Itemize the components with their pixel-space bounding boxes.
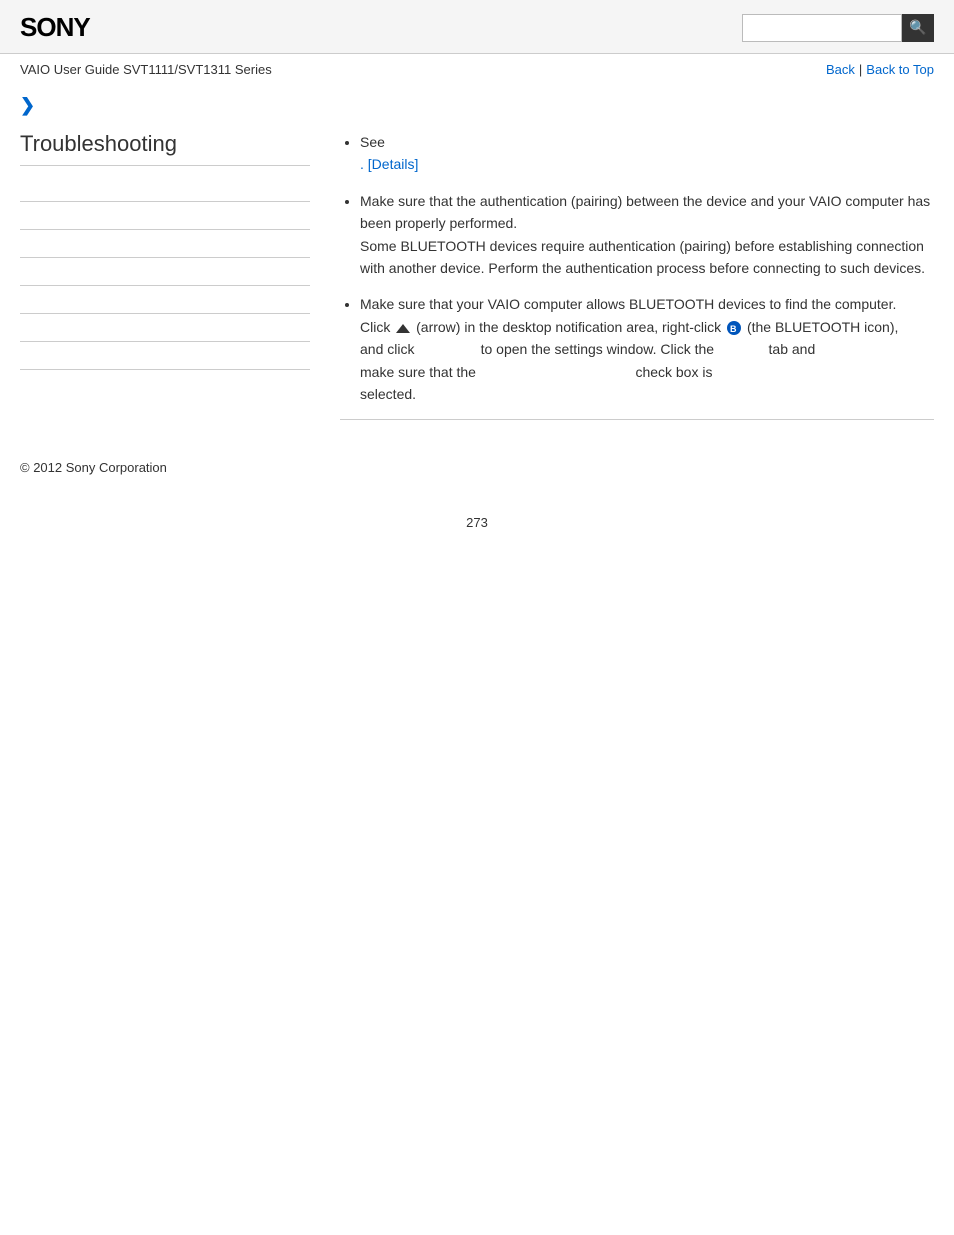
content-list: See . [Details] Make sure that the authe… — [340, 131, 934, 405]
sony-logo: SONY — [20, 12, 90, 43]
content-divider-bottom — [340, 419, 934, 420]
search-button[interactable]: 🔍 — [902, 14, 934, 42]
bluetooth-icon — [727, 321, 741, 335]
bullet3-line2-part2: (arrow) in the desktop notification area… — [416, 319, 721, 335]
back-to-top-link[interactable]: Back to Top — [866, 62, 934, 77]
copyright-text: © 2012 Sony Corporation — [20, 460, 167, 475]
bullet3-line3-part3: tab and — [769, 341, 816, 357]
page-header: SONY 🔍 — [0, 0, 954, 54]
sidebar-item-6[interactable] — [20, 314, 310, 342]
sidebar-item-1[interactable] — [20, 174, 310, 202]
guide-title: VAIO User Guide SVT1111/SVT1311 Series — [20, 62, 272, 77]
bullet3-line3-part1: and click — [360, 341, 414, 357]
bullet3-line3-part2: to open the settings window. Click the — [481, 341, 714, 357]
page-number: 273 — [0, 495, 954, 550]
chevron-right-icon[interactable]: ❯ — [20, 95, 35, 115]
bullet2-text1: Make sure that the authentication (pairi… — [360, 193, 930, 231]
breadcrumb-bar: VAIO User Guide SVT1111/SVT1311 Series B… — [0, 54, 954, 85]
bullet3-line2-part1: Click — [360, 319, 390, 335]
back-link[interactable]: Back — [826, 62, 855, 77]
sidebar-item-2[interactable] — [20, 202, 310, 230]
list-item-1: See . [Details] — [360, 131, 934, 176]
search-icon: 🔍 — [909, 19, 926, 36]
sidebar-item-4[interactable] — [20, 258, 310, 286]
bullet3-line4-part1: make sure that the — [360, 364, 476, 380]
search-area: 🔍 — [742, 14, 934, 42]
bullet3-line4-part2: check box is — [635, 364, 712, 380]
main-layout: Troubleshooting See . [Details] Make sur… — [0, 121, 954, 430]
bullet3-line5: selected. — [360, 386, 416, 402]
details-link[interactable]: . [Details] — [360, 156, 418, 172]
nav-links: Back | Back to Top — [826, 62, 934, 77]
bullet3-line2-part3: (the BLUETOOTH icon), — [747, 319, 898, 335]
footer: © 2012 Sony Corporation — [0, 430, 954, 495]
sidebar-item-7[interactable] — [20, 342, 310, 370]
sidebar-item-5[interactable] — [20, 286, 310, 314]
nav-separator: | — [859, 62, 862, 77]
sidebar: Troubleshooting — [20, 131, 310, 420]
bullet2-text2: Some BLUETOOTH devices require authentic… — [360, 238, 925, 276]
list-item-3: Make sure that your VAIO computer allows… — [360, 293, 934, 405]
arrow-up-icon — [396, 324, 410, 333]
bullet1-text-before: See — [360, 134, 385, 150]
list-item-2: Make sure that the authentication (pairi… — [360, 190, 934, 280]
page-number-value: 273 — [466, 515, 488, 530]
sidebar-title: Troubleshooting — [20, 131, 310, 166]
sidebar-item-3[interactable] — [20, 230, 310, 258]
bullet3-line1: Make sure that your VAIO computer allows… — [360, 296, 896, 312]
chevron-row: ❯ — [0, 85, 954, 121]
content-area: See . [Details] Make sure that the authe… — [330, 131, 934, 420]
search-input[interactable] — [742, 14, 902, 42]
